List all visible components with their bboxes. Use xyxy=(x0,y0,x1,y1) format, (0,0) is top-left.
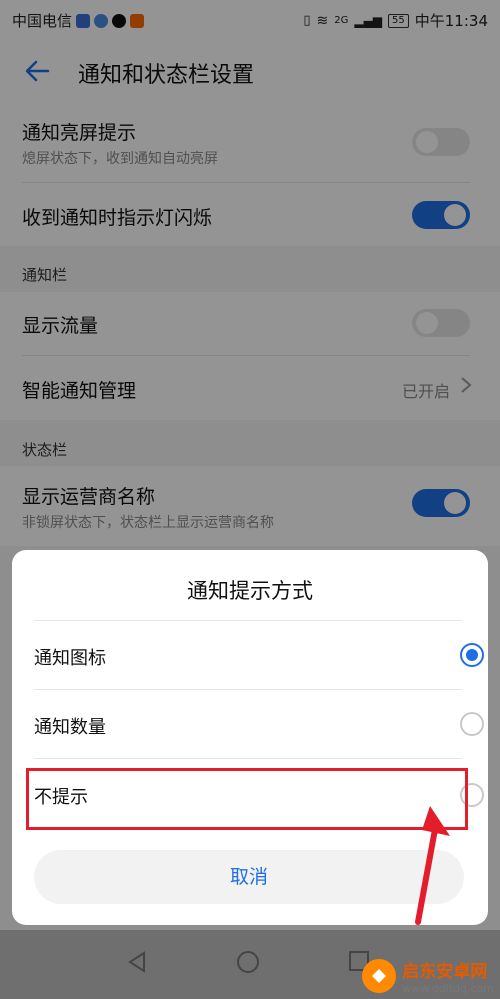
annotation-arrow-icon xyxy=(415,806,450,925)
dialog-title: 通知提示方式 xyxy=(187,579,313,603)
radio-unselected-icon[interactable] xyxy=(460,712,484,736)
radio-selected-icon[interactable] xyxy=(460,643,484,667)
option-label: 通知图标 xyxy=(34,648,106,669)
watermark-url: www.qdltdq.com xyxy=(402,982,494,995)
watermark: 启东安卓网 www.qdltdq.com xyxy=(362,957,494,995)
watermark-name: 启东安卓网 xyxy=(402,962,488,982)
option-count[interactable]: 通知数量 xyxy=(12,690,500,758)
option-icon[interactable]: 通知图标 xyxy=(12,621,500,689)
option-label: 通知数量 xyxy=(34,717,106,738)
watermark-logo-icon xyxy=(362,959,397,993)
